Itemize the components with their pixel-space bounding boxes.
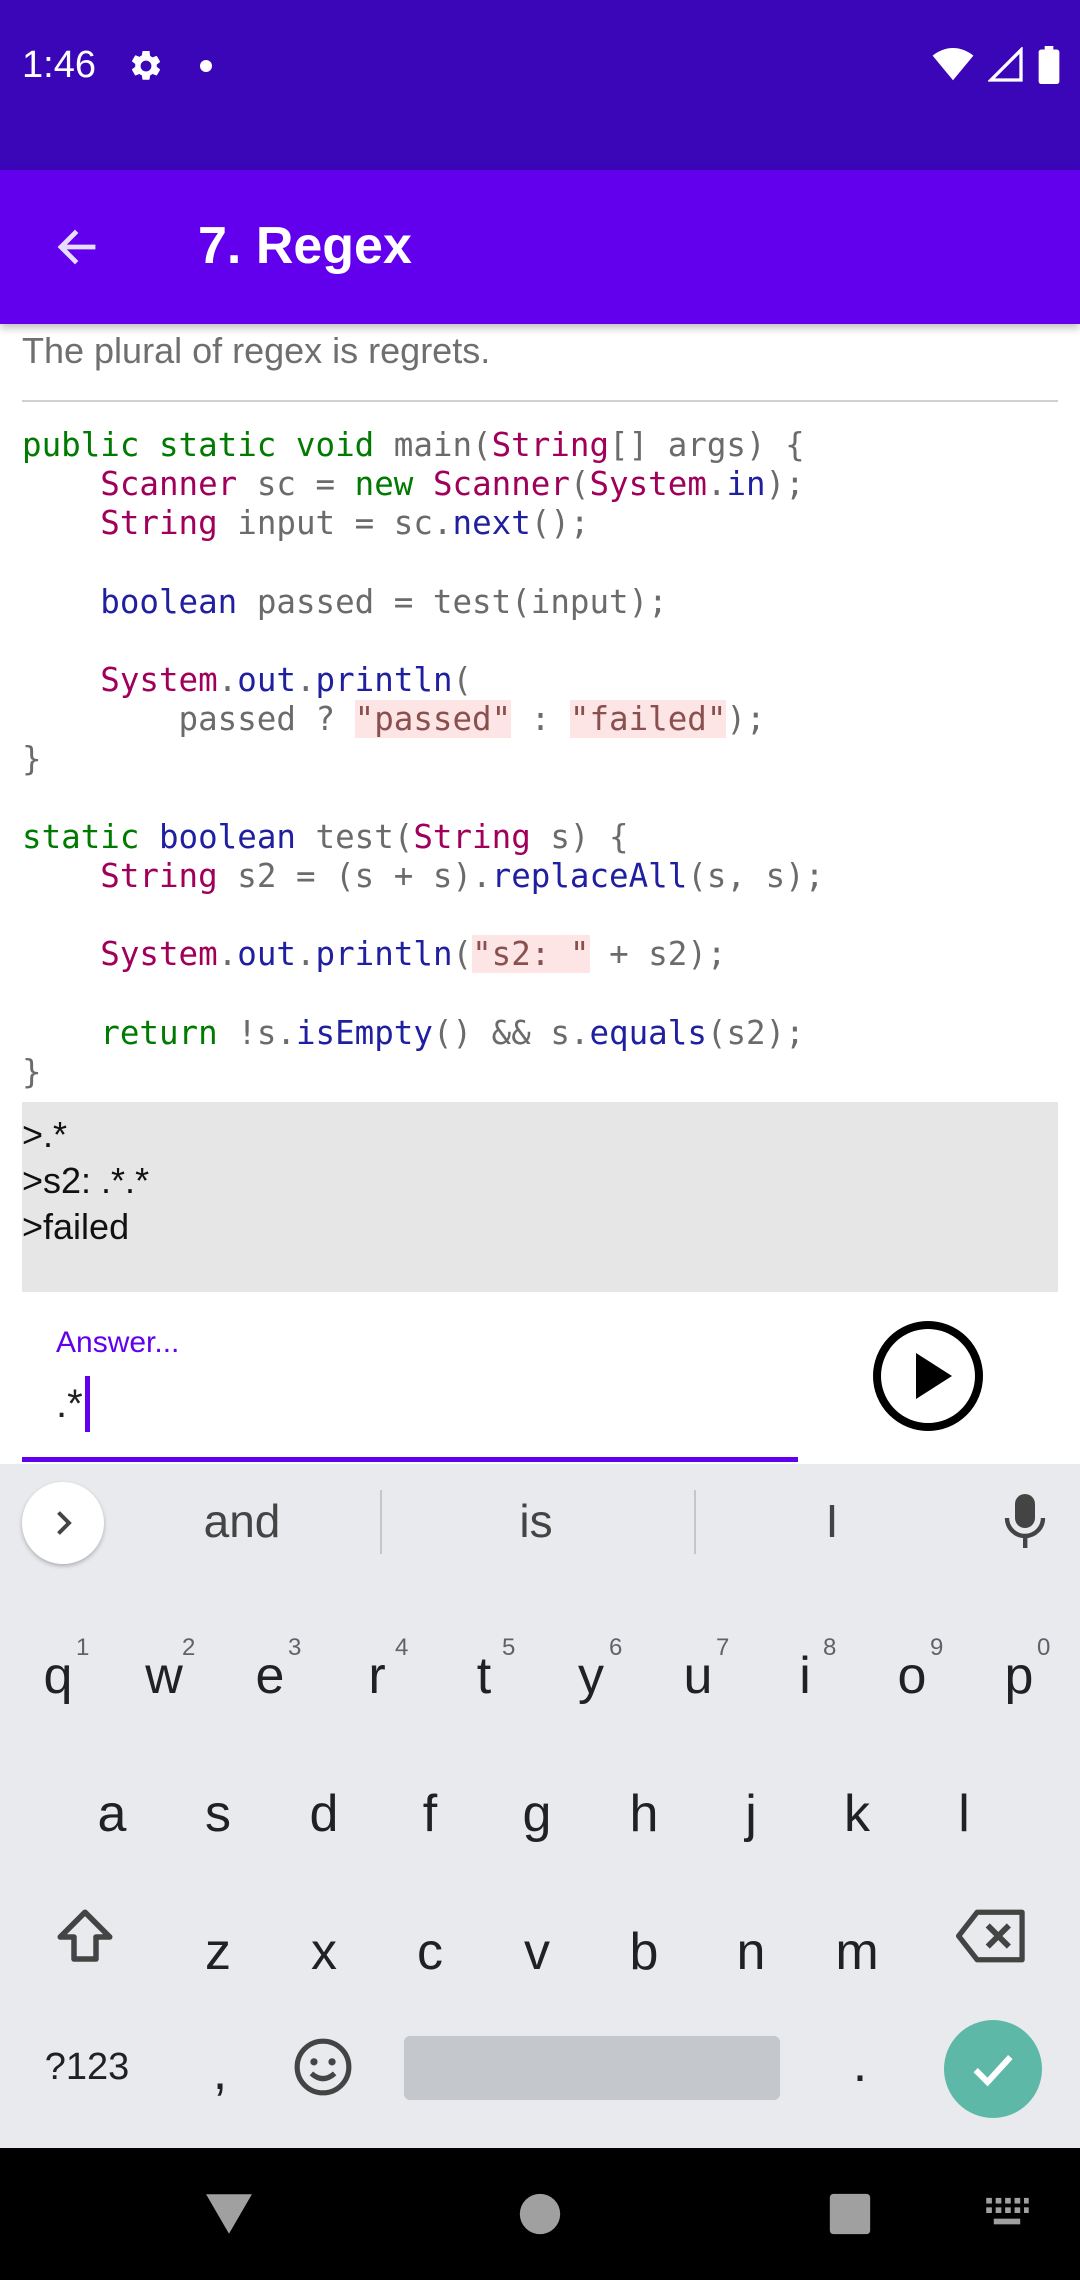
nav-home-icon[interactable]: [518, 2192, 562, 2236]
status-bar: 1:46: [0, 0, 1080, 170]
key-o[interactable]: o9: [882, 1634, 944, 1706]
key-label: u: [683, 1647, 713, 1705]
key-f[interactable]: f: [400, 1784, 460, 1844]
key-number-hint: 2: [182, 1634, 196, 1661]
key-label: q: [43, 1647, 73, 1705]
key-label: o: [897, 1647, 927, 1705]
key-q[interactable]: q1: [28, 1634, 90, 1706]
key-label: w: [145, 1647, 183, 1705]
puzzle-description: The plural of regex is regrets.: [22, 330, 491, 371]
key-label: y: [578, 1647, 604, 1705]
suggestion-3[interactable]: I: [732, 1494, 932, 1548]
key-r[interactable]: r4: [347, 1634, 408, 1706]
wifi-icon: [932, 48, 974, 81]
key-n[interactable]: n: [721, 1922, 781, 1982]
nav-recents-icon[interactable]: [828, 2192, 872, 2236]
key-number-hint: 7: [716, 1634, 730, 1661]
console-output: >.* >s2: .*.* >failed: [22, 1102, 1058, 1292]
suggestion-1[interactable]: and: [142, 1494, 342, 1548]
key-p[interactable]: p0: [989, 1634, 1051, 1706]
key-h[interactable]: h: [614, 1784, 674, 1844]
key-v[interactable]: v: [507, 1922, 567, 1982]
backspace-key-icon[interactable]: [956, 1904, 1030, 1968]
chevron-right-icon: [57, 1511, 72, 1535]
key-j[interactable]: j: [721, 1784, 781, 1844]
key-label: e: [255, 1647, 285, 1705]
key-number-hint: 6: [609, 1634, 623, 1661]
emoji-key-icon[interactable]: [292, 2036, 354, 2098]
navigation-bar: [0, 2148, 1080, 2280]
answer-input[interactable]: .*: [56, 1376, 90, 1432]
suggestion-2[interactable]: is: [436, 1494, 636, 1548]
suggestion-bar: and is I: [0, 1464, 1080, 1582]
key-z[interactable]: z: [188, 1922, 248, 1982]
microphone-icon[interactable]: [1000, 1492, 1050, 1552]
key-y[interactable]: y6: [561, 1634, 622, 1706]
key-a[interactable]: a: [82, 1784, 142, 1844]
keyboard-switch-icon[interactable]: [984, 2196, 1030, 2230]
nav-back-icon[interactable]: [204, 2192, 254, 2236]
comma-key[interactable]: ,: [200, 2042, 240, 2102]
key-k[interactable]: k: [827, 1784, 887, 1844]
suggestion-divider: [694, 1490, 696, 1554]
key-c[interactable]: c: [400, 1922, 460, 1982]
key-label: p: [1004, 1647, 1034, 1705]
page-title: 7. Regex: [198, 217, 412, 275]
key-u[interactable]: u7: [668, 1634, 730, 1706]
answer-value-text: .*: [56, 1381, 83, 1426]
key-e[interactable]: e3: [240, 1634, 302, 1706]
settings-gear-icon: [131, 50, 161, 80]
suggestion-divider: [380, 1490, 382, 1554]
expand-toolbar-button[interactable]: [22, 1482, 104, 1564]
console-line: >failed: [22, 1206, 130, 1247]
key-i[interactable]: i8: [775, 1634, 836, 1706]
console-line: >s2: .*.*: [22, 1160, 150, 1201]
enter-key[interactable]: [944, 2020, 1042, 2118]
shift-key-icon[interactable]: [52, 1904, 118, 1970]
battery-icon: [1038, 46, 1060, 84]
key-l[interactable]: l: [934, 1784, 994, 1844]
symbols-key[interactable]: ?123: [32, 2046, 142, 2089]
answer-label: Answer...: [56, 1326, 180, 1359]
period-key[interactable]: .: [840, 2034, 880, 2094]
status-time: 1:46: [22, 44, 96, 86]
key-number-hint: 0: [1037, 1634, 1051, 1661]
key-number-hint: 4: [395, 1634, 409, 1661]
key-number-hint: 8: [823, 1634, 837, 1661]
answer-field[interactable]: Answer... .*: [22, 1310, 798, 1462]
key-number-hint: 1: [76, 1634, 90, 1661]
key-m[interactable]: m: [827, 1922, 887, 1982]
key-d[interactable]: d: [294, 1784, 354, 1844]
answer-underline: [22, 1457, 798, 1462]
key-label: i: [799, 1647, 811, 1705]
key-number-hint: 9: [930, 1634, 944, 1661]
back-button[interactable]: [44, 214, 110, 280]
space-key[interactable]: [404, 2036, 780, 2100]
key-b[interactable]: b: [614, 1922, 674, 1982]
notification-dot-icon: [200, 60, 212, 72]
arrow-back-icon: [57, 229, 96, 265]
play-button[interactable]: [872, 1320, 984, 1432]
cell-signal-icon: [988, 47, 1023, 82]
app-bar: 7. Regex: [0, 170, 1080, 324]
checkmark-icon: [973, 2055, 1013, 2087]
code-block: public static void main(String[] args) {…: [22, 426, 825, 1091]
key-x[interactable]: x: [294, 1922, 354, 1982]
status-icons: [932, 46, 1060, 84]
key-s[interactable]: s: [188, 1784, 248, 1844]
divider: [22, 400, 1058, 402]
key-number-hint: 3: [288, 1634, 302, 1661]
key-g[interactable]: g: [507, 1784, 567, 1844]
key-label: r: [368, 1647, 386, 1705]
key-number-hint: 5: [502, 1634, 516, 1661]
key-t[interactable]: t5: [454, 1634, 516, 1706]
key-label: t: [476, 1647, 492, 1705]
key-w[interactable]: w2: [134, 1634, 195, 1706]
console-line: >.*: [22, 1114, 68, 1155]
soft-keyboard: and is I q1w2e3r4t5y6u7i8o9p0 asdfghjkl …: [0, 1464, 1080, 2148]
text-caret: [84, 1376, 90, 1432]
